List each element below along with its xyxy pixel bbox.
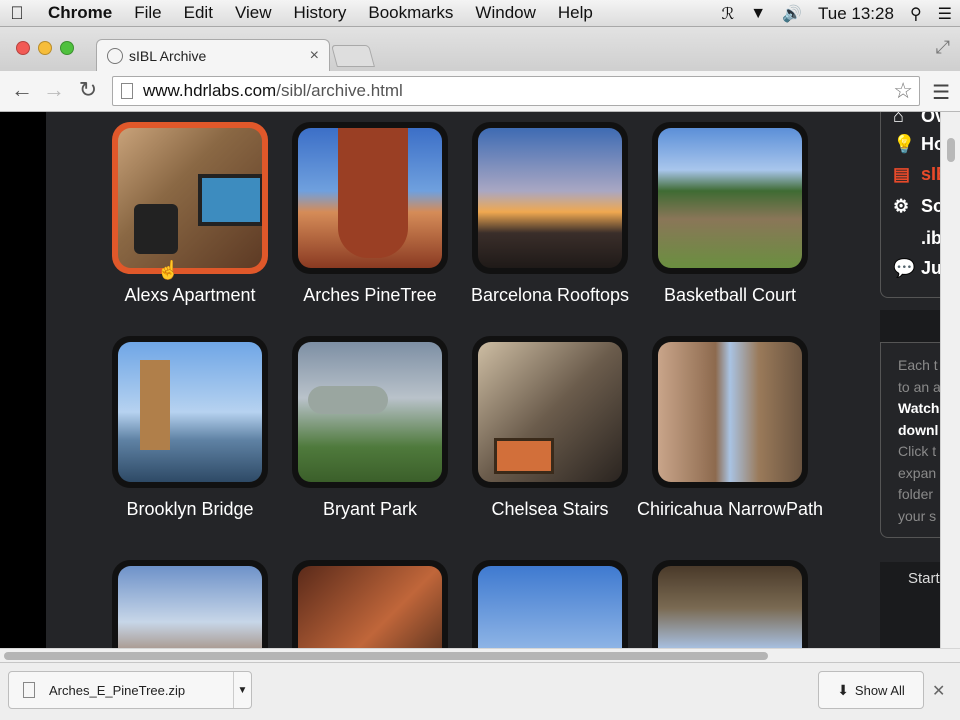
thumbnail-image: [658, 566, 802, 648]
file-icon: [23, 682, 35, 698]
page-icon: [121, 83, 133, 99]
home-icon: ⌂: [893, 112, 904, 126]
thumbnail-caption[interactable]: Alexs Apartment: [92, 284, 288, 306]
fullscreen-icon[interactable]: ⤢: [936, 37, 950, 58]
thumbnail-barcelona-rooftops[interactable]: [472, 122, 628, 274]
menu-help[interactable]: Help: [547, 3, 604, 23]
apple-icon[interactable]: : [0, 3, 34, 24]
window-minimize-button[interactable]: [38, 41, 52, 55]
chat-bubble-icon: 💬: [893, 258, 916, 278]
clock[interactable]: Tue 13:28: [810, 4, 902, 24]
thumbnail-image: [118, 128, 262, 268]
vertical-scrollbar[interactable]: [940, 112, 960, 648]
thumbnail-desert[interactable]: [472, 560, 628, 648]
thumbnail-chiricahua-narrowpath[interactable]: [652, 336, 808, 488]
chrome-menu-icon[interactable]: ☰: [932, 80, 950, 105]
back-arrow-icon[interactable]: ←: [8, 77, 36, 103]
thumbnail-caption[interactable]: Arches PineTree: [272, 284, 468, 306]
thumbnail-rock[interactable]: [112, 560, 268, 648]
horizontal-scrollbar-thumb[interactable]: [4, 652, 768, 660]
thumbnail-image: [478, 566, 622, 648]
menu-view[interactable]: View: [224, 3, 283, 23]
thumbnail-chelsea-stairs[interactable]: [472, 336, 628, 488]
menu-bar:  Chrome File Edit View History Bookmark…: [0, 0, 960, 27]
bluetooth-icon[interactable]: ℛ: [713, 4, 742, 24]
thumbnail-image: [298, 566, 442, 648]
horizontal-scrollbar[interactable]: [0, 648, 960, 662]
thumbnail-image: [298, 128, 442, 268]
thumbnail-caption[interactable]: Bryant Park: [272, 498, 468, 520]
tab-close-icon[interactable]: ×: [310, 47, 319, 65]
nav-item-howto[interactable]: 💡 Ho: [893, 134, 945, 155]
thumbnail-caption[interactable]: Barcelona Rooftops: [452, 284, 648, 306]
tab-title: sIBL Archive: [129, 47, 207, 64]
thumbnail-image: [478, 128, 622, 268]
thumbnail-tunnel[interactable]: [652, 560, 808, 648]
sibl-icon: ▤: [893, 164, 911, 184]
thumbnail-image: [118, 566, 262, 648]
download-filename: Arches_E_PineTree.zip: [49, 682, 186, 698]
thumbnail-caption[interactable]: Basketball Court: [632, 284, 828, 306]
hand-cursor-icon: ☝: [157, 260, 180, 280]
browser-toolbar: ← → ↻ www.hdrlabs.com/sibl/archive.html …: [0, 71, 960, 112]
url-host: www.hdrlabs.com: [143, 81, 277, 100]
vertical-scrollbar-thumb[interactable]: [947, 138, 955, 162]
thumbnail-image: [118, 342, 262, 482]
thumbnail-bryant-park[interactable]: [292, 336, 448, 488]
nav-item-ibl[interactable]: .ib: [921, 228, 942, 249]
archive-gallery: Alexs Apartment Arches PineTree Barcelon…: [46, 112, 940, 648]
reload-icon[interactable]: ↻: [74, 77, 102, 103]
thumbnail-caption[interactable]: Chelsea Stairs: [452, 498, 648, 520]
address-bar[interactable]: www.hdrlabs.com/sibl/archive.html ☆: [112, 76, 920, 106]
new-tab-button[interactable]: [331, 45, 375, 67]
thumbnail-image: [298, 342, 442, 482]
menu-history[interactable]: History: [282, 3, 357, 23]
thumbnail-image: [658, 128, 802, 268]
url-path: /sibl/archive.html: [276, 81, 403, 100]
thumbnail-carousel[interactable]: [292, 560, 448, 648]
window-close-button[interactable]: [16, 41, 30, 55]
tab-sibl-archive[interactable]: sIBL Archive ×: [96, 39, 330, 71]
forward-arrow-icon[interactable]: →: [40, 77, 68, 103]
menu-file[interactable]: File: [123, 3, 172, 23]
menu-app-name[interactable]: Chrome: [34, 3, 123, 23]
show-all-downloads-button[interactable]: ⬇ Show All: [818, 671, 924, 709]
thumbnail-image: [658, 342, 802, 482]
close-download-shelf-icon[interactable]: ✕: [932, 681, 945, 701]
menu-window[interactable]: Window: [464, 3, 546, 23]
menu-edit[interactable]: Edit: [173, 3, 224, 23]
thumbnail-basketball-court[interactable]: [652, 122, 808, 274]
nav-item-software[interactable]: ⚙ So: [893, 196, 944, 217]
wifi-icon[interactable]: ▼: [742, 5, 774, 23]
thumbnail-image: [478, 342, 622, 482]
thumbnail-alexs-apartment[interactable]: [112, 122, 268, 274]
download-options-chevron-icon[interactable]: ▼: [233, 672, 251, 708]
bookmark-star-icon[interactable]: ☆: [893, 78, 913, 104]
spotlight-search-icon[interactable]: ⚲: [902, 4, 930, 24]
thumbnail-brooklyn-bridge[interactable]: [112, 336, 268, 488]
lightbulb-icon: 💡: [893, 134, 916, 154]
notification-center-icon[interactable]: ☰: [930, 4, 960, 24]
thumbnail-caption[interactable]: Brooklyn Bridge: [92, 498, 288, 520]
window-zoom-button[interactable]: [60, 41, 74, 55]
start-label[interactable]: Start: [908, 570, 940, 587]
download-arrow-icon: ⬇: [837, 681, 849, 698]
loading-favicon-icon: [107, 47, 123, 64]
gear-icon: ⚙: [893, 196, 910, 216]
nav-item-overview[interactable]: ⌂ Ov: [893, 112, 945, 127]
download-shelf: Arches_E_PineTree.zip ▼ ⬇ Show All ✕: [0, 662, 960, 720]
tab-strip: sIBL Archive × ⤢: [0, 27, 960, 71]
thumbnail-caption[interactable]: Chiricahua NarrowPath: [632, 498, 828, 520]
web-page: Alexs Apartment Arches PineTree Barcelon…: [0, 112, 960, 648]
thumbnail-arches-pinetree[interactable]: [292, 122, 448, 274]
status-area: ℛ ▼ 🔊 Tue 13:28 ⚲ ☰: [713, 0, 960, 27]
menu-bookmarks[interactable]: Bookmarks: [357, 3, 464, 23]
download-item[interactable]: Arches_E_PineTree.zip ▼: [8, 671, 252, 709]
volume-icon[interactable]: 🔊: [774, 4, 810, 24]
